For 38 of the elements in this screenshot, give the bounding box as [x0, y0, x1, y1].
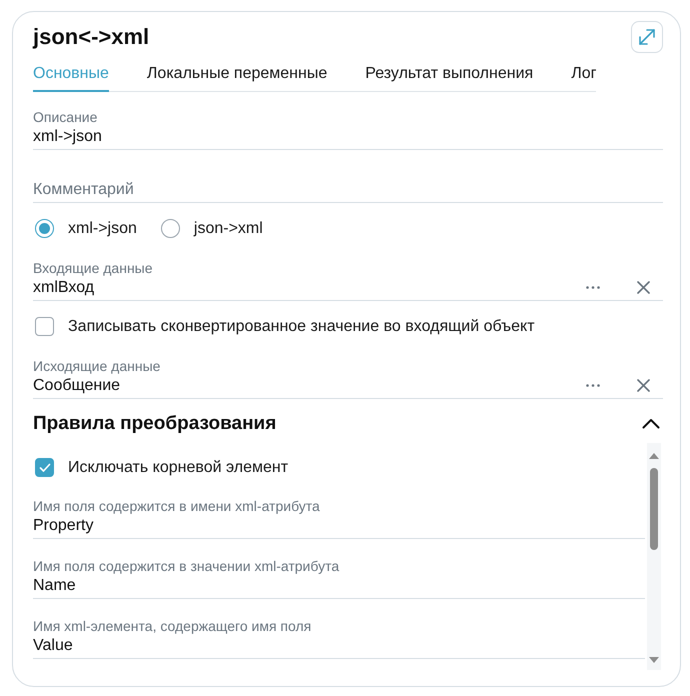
- checkbox[interactable]: [35, 317, 54, 336]
- text-field[interactable]: Name: [33, 576, 645, 598]
- text-field[interactable]: Value: [33, 636, 645, 658]
- field-label: Описание: [33, 108, 98, 124]
- text-field[interactable]: Property: [33, 516, 645, 538]
- text-field[interactable]: Комментарий: [33, 180, 663, 202]
- tab[interactable]: Локальные переменные: [146, 64, 328, 92]
- field-label: Исходящие данные: [33, 358, 160, 374]
- scrollbar-thumb[interactable]: [650, 468, 658, 550]
- chevron-up-icon[interactable]: [642, 418, 660, 429]
- clear-icon[interactable]: [637, 281, 650, 294]
- clear-icon[interactable]: [637, 379, 650, 392]
- field-label: Входящие данные: [33, 260, 153, 276]
- text-field[interactable]: xmlВход: [33, 278, 576, 298]
- checkbox-label: Записывать сконвертированное значение во входящий объект: [68, 316, 535, 336]
- ellipsis-icon[interactable]: [586, 384, 600, 387]
- tab[interactable]: Лог: [571, 64, 596, 92]
- text-field[interactable]: Сообщение: [33, 376, 576, 396]
- section-title: Правила преобразования: [33, 412, 276, 436]
- scrollbar[interactable]: [647, 442, 661, 670]
- card-title: json<->xml: [33, 23, 150, 51]
- radio-label: xml->json: [68, 218, 137, 238]
- radio-label: json->xml: [194, 218, 263, 238]
- checkbox[interactable]: [35, 458, 54, 477]
- scroll-up-icon[interactable]: [649, 452, 659, 458]
- radio-button[interactable]: [35, 219, 54, 238]
- field-label: Имя xml-элемента, содержащего имя поля: [33, 618, 312, 634]
- expand-button[interactable]: [631, 21, 663, 53]
- check-icon: [38, 462, 50, 472]
- field-label: Имя поля содержится в значении xml-атрибута: [33, 558, 340, 574]
- ellipsis-icon[interactable]: [586, 286, 600, 289]
- expand-icon: [638, 28, 656, 46]
- field-label: Имя поля содержится в имени xml-атрибута: [33, 498, 320, 514]
- scroll-down-icon[interactable]: [649, 656, 659, 662]
- radio-button[interactable]: [160, 219, 180, 238]
- tab[interactable]: Результат выполнения: [365, 64, 534, 92]
- text-field[interactable]: xml->json: [33, 126, 663, 150]
- checkbox-label: Исключать корневой элемент: [68, 458, 288, 478]
